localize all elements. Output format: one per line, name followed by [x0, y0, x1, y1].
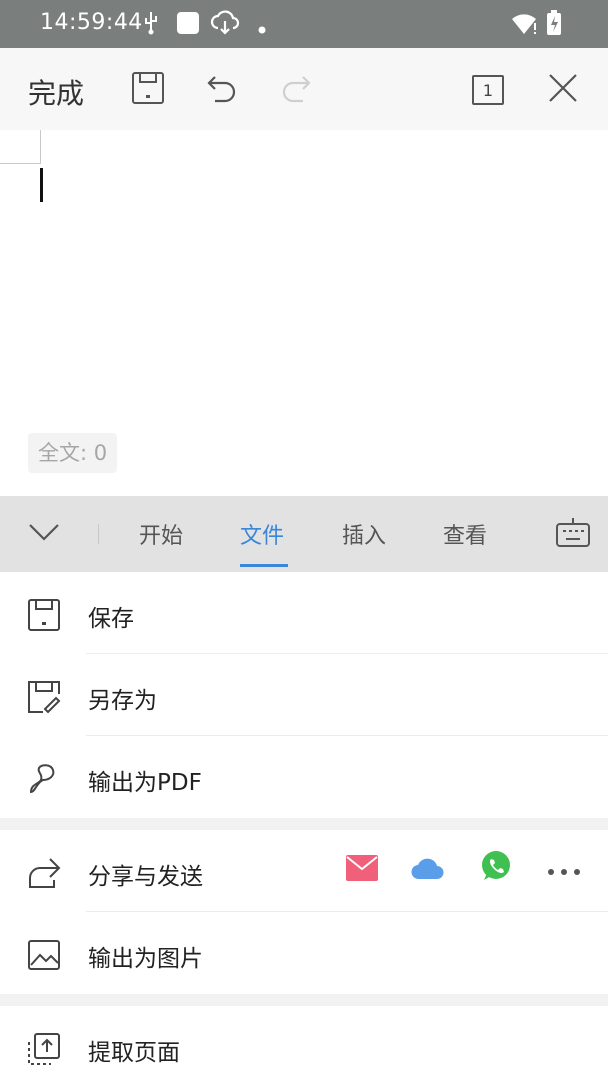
save-icon	[24, 595, 64, 635]
close-button[interactable]	[541, 68, 585, 112]
status-time: 14:59:44	[40, 10, 143, 35]
page-count-button[interactable]: 1	[466, 68, 510, 112]
page-count: 1	[482, 80, 494, 100]
cloud-download-icon	[210, 10, 240, 40]
share-icon	[24, 853, 64, 893]
menu-item-extract-pages[interactable]: 提取页面	[0, 1006, 608, 1080]
redo-icon	[279, 73, 313, 107]
share-mail-button[interactable]	[342, 852, 382, 888]
menu-group-separator	[0, 994, 608, 1006]
menu-item-label: 输出为图片	[88, 946, 203, 972]
page-corner-mark	[0, 130, 41, 164]
save-icon	[131, 71, 165, 109]
tab-insert[interactable]: 插入	[342, 518, 386, 550]
more-notifications-dot-icon	[258, 19, 266, 38]
wifi-icon	[510, 12, 538, 40]
image-icon	[24, 935, 64, 975]
menu-group-separator	[0, 818, 608, 830]
menu-item-share[interactable]: 分享与发送	[0, 830, 608, 912]
pdf-icon	[24, 759, 64, 799]
menu-item-label: 分享与发送	[88, 864, 203, 890]
undo-button[interactable]	[200, 68, 244, 112]
menu-item-export-pdf[interactable]: 输出为PDF	[0, 736, 608, 818]
share-cloud-button[interactable]	[408, 852, 448, 888]
collapse-ribbon-button[interactable]	[22, 514, 66, 554]
text-caret	[40, 168, 43, 202]
menu-item-export-image[interactable]: 输出为图片	[0, 912, 608, 994]
share-more-button[interactable]	[544, 852, 584, 888]
menu-item-label: 保存	[88, 606, 134, 632]
tab-home[interactable]: 开始	[139, 518, 183, 550]
chevron-down-icon	[28, 523, 60, 545]
status-bar: 14:59:44	[0, 0, 608, 48]
app-notification-icon	[176, 11, 200, 39]
file-menu-panel: 保存 另存为 输出为PDF 分享与发送 输出为图片 提取页面	[0, 572, 608, 1080]
show-keyboard-button[interactable]	[550, 512, 596, 556]
done-button[interactable]: 完成	[28, 72, 84, 112]
save-button[interactable]	[126, 68, 170, 112]
battery-charging-icon	[546, 10, 562, 40]
close-icon	[547, 72, 579, 108]
menu-item-label: 另存为	[88, 688, 157, 714]
extract-pages-icon	[24, 1029, 64, 1069]
active-tab-indicator	[240, 564, 288, 567]
more-horizontal-icon	[547, 861, 581, 880]
tab-separator	[98, 524, 99, 544]
mail-icon	[345, 854, 379, 886]
save-as-icon	[24, 677, 64, 717]
menu-item-save-as[interactable]: 另存为	[0, 654, 608, 736]
page-count-icon: 1	[472, 75, 504, 105]
menu-item-label: 输出为PDF	[88, 770, 202, 796]
keyboard-icon	[556, 517, 590, 551]
whatsapp-icon	[479, 849, 513, 887]
menu-item-save[interactable]: 保存	[0, 572, 608, 654]
menu-item-label: 提取页面	[88, 1040, 180, 1066]
word-count-badge: 全文: 0	[28, 433, 118, 473]
cloud-icon	[410, 854, 446, 886]
redo-button[interactable]	[274, 68, 318, 112]
ribbon-tab-bar: 开始 文件 插入 查看	[0, 496, 608, 572]
top-toolbar: 完成 1	[0, 48, 608, 130]
tab-view[interactable]: 查看	[443, 518, 487, 550]
undo-icon	[205, 73, 239, 107]
usb-icon	[142, 10, 160, 40]
document-canvas[interactable]: 全文: 0	[0, 130, 608, 496]
share-whatsapp-button[interactable]	[476, 850, 516, 886]
tab-file[interactable]: 文件	[240, 518, 284, 550]
